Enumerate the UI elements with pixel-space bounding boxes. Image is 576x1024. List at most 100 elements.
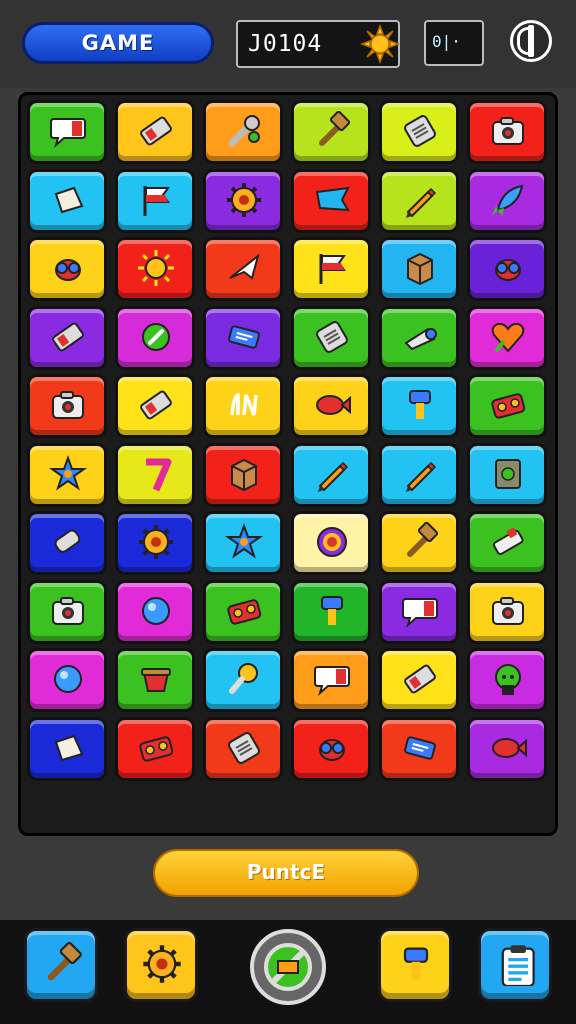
tile[interactable]	[467, 442, 547, 507]
arrow-icon	[229, 253, 260, 280]
tile[interactable]	[291, 442, 371, 507]
hammer-tool[interactable]	[24, 928, 98, 1002]
tile[interactable]	[203, 442, 283, 507]
tile[interactable]	[27, 511, 107, 575]
speech-bubble-icon	[402, 597, 438, 628]
tile[interactable]	[27, 579, 107, 644]
tile[interactable]	[203, 511, 283, 575]
bag-icon	[54, 186, 84, 213]
tile[interactable]	[467, 579, 547, 644]
tile[interactable]	[115, 579, 195, 644]
chip-icon	[228, 731, 260, 764]
game-button[interactable]: GAME	[22, 22, 214, 64]
tile[interactable]	[27, 100, 107, 164]
tile[interactable]	[291, 237, 371, 301]
sun-icon	[138, 250, 174, 286]
action-button[interactable]: PuntcE	[153, 849, 419, 897]
star-icon	[224, 523, 264, 559]
tile[interactable]	[291, 100, 371, 164]
tile[interactable]	[203, 716, 283, 781]
camera-icon	[492, 117, 524, 145]
tile[interactable]	[203, 168, 283, 233]
tile[interactable]	[115, 716, 195, 781]
tile[interactable]	[379, 374, 459, 438]
gear-tool[interactable]	[124, 928, 198, 1002]
tile[interactable]	[467, 237, 547, 301]
tile[interactable]	[27, 168, 107, 233]
orb-icon	[142, 596, 170, 625]
tile[interactable]	[203, 648, 283, 712]
no-entry-icon	[264, 943, 312, 991]
no-entry-tool[interactable]	[250, 929, 326, 1005]
orb-icon	[54, 665, 82, 693]
battery-icon	[140, 390, 172, 420]
pencil-icon	[406, 187, 437, 218]
chip-icon	[316, 320, 348, 353]
tag-icon	[404, 735, 436, 760]
tile[interactable]	[467, 305, 547, 370]
hammer-icon	[47, 942, 82, 981]
tile[interactable]	[115, 442, 195, 507]
tile[interactable]	[379, 511, 459, 575]
tile[interactable]	[467, 511, 547, 575]
tile[interactable]	[203, 305, 283, 370]
fish-icon	[316, 395, 351, 415]
tile[interactable]	[291, 374, 371, 438]
tile[interactable]	[379, 237, 459, 301]
tile[interactable]	[379, 579, 459, 644]
gear-icon	[139, 525, 173, 559]
tile[interactable]	[291, 716, 371, 781]
tile[interactable]	[291, 579, 371, 644]
game-board	[18, 92, 558, 836]
tile[interactable]	[379, 100, 459, 164]
tile[interactable]	[115, 168, 195, 233]
chip-icon	[404, 115, 436, 147]
tile[interactable]	[203, 374, 283, 438]
tile[interactable]	[115, 100, 195, 164]
speech-bubble-icon	[50, 118, 86, 148]
pause-button[interactable]	[510, 20, 552, 62]
tile[interactable]	[379, 716, 459, 781]
wrench-icon	[228, 115, 260, 147]
heart-icon	[491, 322, 525, 353]
tile[interactable]	[27, 442, 107, 507]
tile[interactable]	[291, 305, 371, 370]
tile[interactable]	[291, 648, 371, 712]
clipboard-tool[interactable]	[478, 928, 552, 1002]
hammer-icon	[407, 522, 439, 557]
score-display: J0104	[236, 20, 400, 68]
tile[interactable]	[115, 511, 195, 575]
tile[interactable]	[203, 579, 283, 644]
usb-icon	[492, 527, 524, 555]
tile[interactable]	[203, 100, 283, 164]
tile[interactable]	[379, 648, 459, 712]
tile[interactable]	[291, 168, 371, 233]
tile[interactable]	[27, 305, 107, 370]
tile[interactable]	[27, 716, 107, 781]
tile[interactable]	[27, 237, 107, 301]
tile[interactable]	[467, 100, 547, 164]
tile[interactable]	[27, 648, 107, 712]
tile[interactable]	[467, 648, 547, 712]
brush-tool[interactable]	[378, 928, 452, 1002]
tile[interactable]	[27, 374, 107, 438]
tile[interactable]	[467, 168, 547, 233]
clipboard-icon	[501, 945, 535, 986]
tile[interactable]	[467, 374, 547, 438]
battery-icon	[404, 664, 436, 694]
flag-icon	[319, 254, 346, 284]
camera-icon	[492, 596, 524, 625]
book-icon	[495, 458, 521, 489]
tile[interactable]	[379, 168, 459, 233]
tile[interactable]	[115, 374, 195, 438]
battery-icon	[52, 322, 84, 351]
tile[interactable]	[379, 442, 459, 507]
tile[interactable]	[115, 648, 195, 712]
tile[interactable]	[467, 716, 547, 781]
tile[interactable]	[379, 305, 459, 370]
tile[interactable]	[115, 237, 195, 301]
tile[interactable]	[115, 305, 195, 370]
tile[interactable]	[203, 237, 283, 301]
bag-icon	[54, 734, 84, 761]
tile[interactable]	[291, 511, 371, 575]
